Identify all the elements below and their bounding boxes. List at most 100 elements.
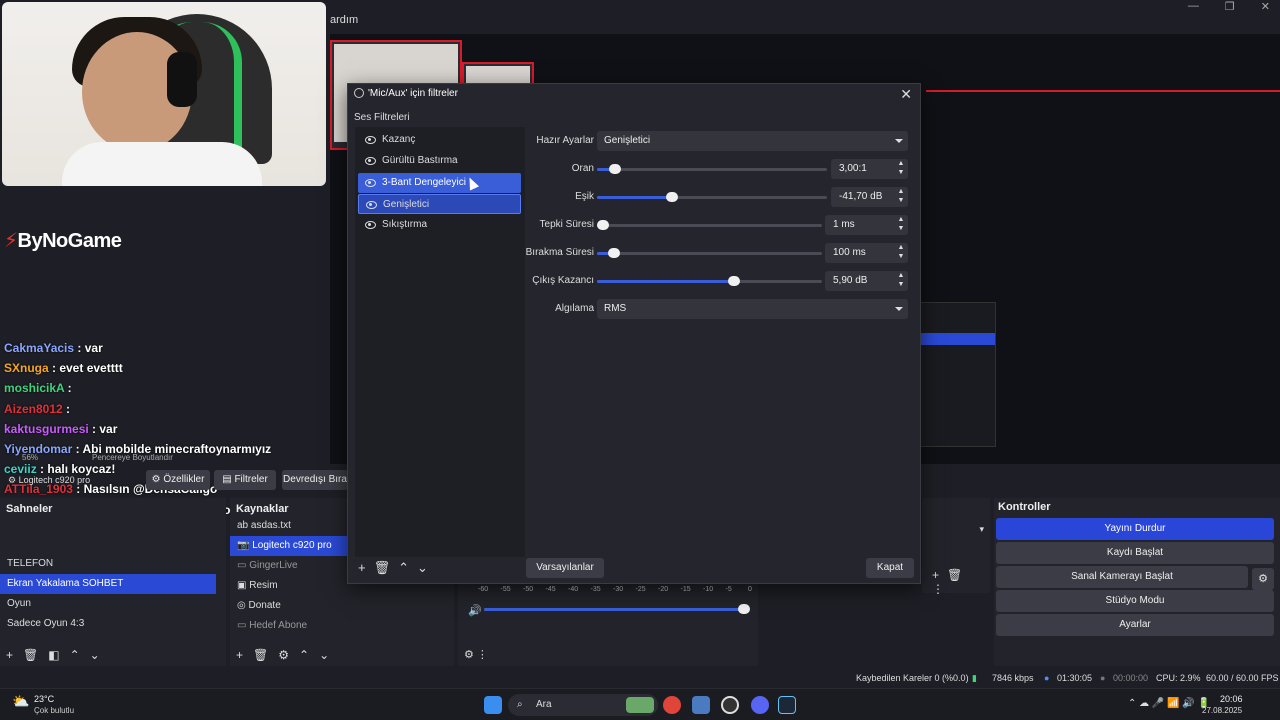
source-item[interactable]: ▭ Hedef Abone <box>230 616 348 636</box>
param-slider[interactable] <box>597 220 822 230</box>
up-icon[interactable]: ⌃ <box>299 648 319 662</box>
deactivate-button[interactable]: Devredışı Bıra <box>282 470 348 490</box>
add-icon[interactable]: + <box>6 648 23 662</box>
filter-name: Kazanç <box>382 134 416 145</box>
source-item[interactable]: 📷 Logitech c920 pro <box>230 536 348 556</box>
filter-item[interactable]: Kazanç <box>358 130 521 150</box>
filter-item[interactable]: Sıkıştırma <box>358 215 521 235</box>
param-spinbox[interactable]: 3,00:1 ▲ ▼ <box>831 159 908 179</box>
close-icon[interactable]: ✕ <box>1261 0 1270 13</box>
spin-arrows-icon[interactable]: ▲ ▼ <box>896 271 906 289</box>
control-button[interactable]: Yayını Durdur <box>996 518 1274 540</box>
gear-icon[interactable]: ⚙ <box>278 648 299 662</box>
widget-icon[interactable] <box>626 697 654 713</box>
scenes-panel: Sahneler TELEFON Ekran Yakalama SOHBET Oyu… <box>0 498 226 666</box>
windows-start-icon[interactable] <box>484 696 502 714</box>
record-icon: ● <box>1100 673 1106 683</box>
param-spinbox[interactable]: 1 ms ▲ ▼ <box>825 215 908 235</box>
control-button[interactable]: Kaydı Başlat <box>996 542 1274 564</box>
control-button[interactable]: Sanal Kamerayı Başlat <box>996 566 1248 588</box>
filter-item[interactable]: Gürültü Bastırma <box>358 151 521 171</box>
chevron-down-icon[interactable]: ▾ <box>979 524 984 535</box>
scene-item[interactable]: TELEFON <box>0 554 216 574</box>
source-item[interactable]: ab asdas.txt <box>230 516 348 536</box>
trash-icon[interactable]: 🗑 <box>947 568 970 582</box>
mixer-menu-icon[interactable]: ⚙ ⋮ <box>464 648 488 661</box>
defaults-button[interactable]: Varsayılanlar <box>526 558 604 578</box>
minimize-icon[interactable]: — <box>1188 0 1199 13</box>
filters-button[interactable]: ▤ Filtreler <box>214 470 276 490</box>
up-icon[interactable]: ⌃ <box>70 648 90 662</box>
app-icon[interactable] <box>692 696 710 714</box>
record-time: 00:00:00 <box>1113 673 1149 683</box>
control-button[interactable]: Stüdyo Modu <box>996 590 1274 612</box>
eye-icon[interactable] <box>366 200 377 209</box>
eye-icon[interactable] <box>365 157 376 166</box>
param-spinbox[interactable]: 100 ms ▲ ▼ <box>825 243 908 263</box>
add-icon[interactable]: + <box>236 648 253 662</box>
close-icon[interactable]: ✕ <box>900 86 912 103</box>
scene-item[interactable]: Oyun <box>0 594 216 614</box>
param-label: Oran <box>571 163 594 174</box>
obs-window: ardım — ❐ ✕ ⚡ByNoGame CakmaYacis : var SX… <box>0 0 1280 688</box>
trash-icon[interactable]: 🗑 <box>23 648 48 662</box>
slider-knob[interactable] <box>666 192 678 202</box>
spin-arrows-icon[interactable]: ▲ ▼ <box>896 159 906 177</box>
slider-knob[interactable] <box>608 248 621 258</box>
gear-icon[interactable]: ⚙ <box>1252 568 1274 590</box>
eye-icon[interactable] <box>365 136 376 144</box>
trash-icon[interactable]: 🗑 <box>374 560 399 575</box>
menu-help[interactable]: ardım <box>330 14 358 34</box>
slider-knob[interactable] <box>727 276 740 286</box>
param-slider[interactable] <box>597 248 822 258</box>
discord-icon[interactable] <box>751 696 769 714</box>
detect-dropdown[interactable]: RMS <box>597 299 908 319</box>
param-slider[interactable] <box>597 276 822 286</box>
preset-dropdown[interactable]: Genişletici <box>597 131 908 151</box>
source-type-icon: 📷 <box>237 540 253 551</box>
param-slider[interactable] <box>597 192 827 202</box>
scene-item[interactable]: Sadece Oyun 4:3 <box>0 614 216 634</box>
control-button[interactable]: Ayarlar <box>996 614 1274 636</box>
source-item[interactable]: ◎ Donate <box>230 596 348 616</box>
source-item[interactable]: ▭ GingerLive <box>230 556 348 576</box>
eye-icon[interactable] <box>365 178 376 187</box>
param-slider[interactable] <box>597 164 827 174</box>
add-icon[interactable]: + <box>932 568 947 582</box>
filter-item[interactable]: 3-Bant Dengeleyici <box>358 172 521 193</box>
eye-icon[interactable] <box>365 221 376 230</box>
filter-item[interactable]: Genişletici <box>358 193 521 214</box>
volume-icon[interactable]: 🔊 <box>468 604 482 617</box>
down-icon[interactable]: ⌄ <box>417 560 436 575</box>
mixer-tick-label: -50 <box>523 586 534 593</box>
steam-icon[interactable] <box>778 696 796 714</box>
slider-knob[interactable] <box>608 164 621 174</box>
preview-nested-selection <box>921 333 995 345</box>
trash-icon[interactable]: 🗑 <box>253 648 278 662</box>
filter-icon[interactable]: ◧ <box>48 648 69 662</box>
down-icon[interactable]: ⌄ <box>319 648 339 662</box>
fit-label[interactable]: Pencereye Boyutlandır <box>92 453 173 462</box>
slider-fill <box>597 196 670 199</box>
source-item[interactable]: ▣ Resim <box>230 576 348 596</box>
volume-slider[interactable] <box>484 604 750 614</box>
spin-arrows-icon[interactable]: ▲ ▼ <box>896 243 906 261</box>
tray-icons[interactable]: ⌃ ☁ 🎤 📶 🔊 🔋 <box>1128 698 1210 709</box>
spin-arrows-icon[interactable]: ▲ ▼ <box>896 187 906 205</box>
scene-item[interactable]: Ekran Yakalama SOHBET <box>0 574 216 594</box>
close-button[interactable]: Kapat <box>866 558 914 578</box>
slider-knob[interactable] <box>597 220 609 230</box>
chrome-icon[interactable] <box>663 696 681 714</box>
param-spinbox[interactable]: -41,70 dB ▲ ▼ <box>831 187 908 207</box>
down-icon[interactable]: ⌄ <box>90 648 110 662</box>
add-icon[interactable]: + <box>358 560 374 575</box>
obs-icon[interactable] <box>721 696 739 714</box>
bynogame-logo: ⚡ByNoGame <box>4 230 122 252</box>
spin-arrows-icon[interactable]: ▲ ▼ <box>896 215 906 233</box>
properties-button[interactable]: ⚙ Özellikler <box>146 470 210 490</box>
up-icon[interactable]: ⌃ <box>398 560 417 575</box>
param-spinbox[interactable]: 5,90 dB ▲ ▼ <box>825 271 908 291</box>
more-icon[interactable]: ⋮ <box>932 582 952 596</box>
signal-icon: ▮ <box>972 673 977 683</box>
maximize-icon[interactable]: ❐ <box>1225 0 1235 13</box>
